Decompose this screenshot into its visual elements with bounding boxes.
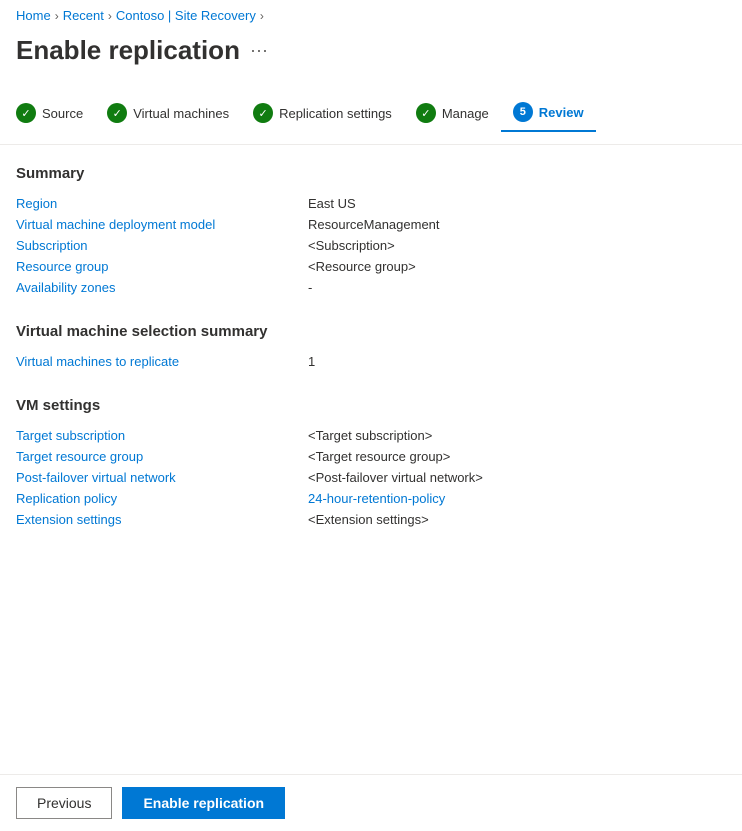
step-vm-label: Virtual machines (133, 106, 229, 121)
step-vm-check-icon: ✓ (107, 103, 127, 123)
vm-replicate-value: 1 (308, 354, 726, 369)
extension-settings-value: <Extension settings> (308, 512, 726, 527)
step-source-label: Source (42, 106, 83, 121)
previous-button[interactable]: Previous (16, 787, 112, 819)
step-source[interactable]: ✓ Source (16, 95, 95, 131)
post-failover-network-label[interactable]: Post-failover virtual network (16, 470, 296, 485)
target-resource-group-value: <Target resource group> (308, 449, 726, 464)
step-rep-label: Replication settings (279, 106, 392, 121)
step-manage[interactable]: ✓ Manage (404, 95, 501, 131)
page-header: Enable replication ··· (0, 31, 742, 82)
breadcrumb-sep-2: › (108, 9, 112, 23)
page-title: Enable replication (16, 35, 240, 66)
replication-policy-value: 24-hour-retention-policy (308, 491, 726, 506)
summary-deployment-value: ResourceManagement (308, 217, 726, 232)
step-manage-label: Manage (442, 106, 489, 121)
summary-title: Summary (16, 165, 726, 182)
vm-selection-table: Virtual machines to replicate 1 (16, 354, 726, 369)
step-replication-settings[interactable]: ✓ Replication settings (241, 95, 404, 131)
summary-region-label[interactable]: Region (16, 196, 296, 211)
step-review-number-icon: 5 (513, 102, 533, 122)
summary-resource-group-value: <Resource group> (308, 259, 726, 274)
enable-replication-button[interactable]: Enable replication (122, 787, 285, 819)
summary-deployment-label[interactable]: Virtual machine deployment model (16, 217, 296, 232)
vm-settings-section: VM settings Target subscription <Target … (16, 397, 726, 527)
wizard-steps: ✓ Source ✓ Virtual machines ✓ Replicatio… (0, 82, 742, 145)
target-resource-group-label[interactable]: Target resource group (16, 449, 296, 464)
step-rep-check-icon: ✓ (253, 103, 273, 123)
extension-settings-label[interactable]: Extension settings (16, 512, 296, 527)
summary-availability-label[interactable]: Availability zones (16, 280, 296, 295)
more-options-icon[interactable]: ··· (250, 40, 268, 61)
post-failover-network-value: <Post-failover virtual network> (308, 470, 726, 485)
vm-selection-title: Virtual machine selection summary (16, 323, 726, 340)
breadcrumb-home[interactable]: Home (16, 8, 51, 23)
content-area: Summary Region East US Virtual machine d… (0, 145, 742, 575)
step-manage-check-icon: ✓ (416, 103, 436, 123)
target-subscription-value: <Target subscription> (308, 428, 726, 443)
summary-resource-group-label[interactable]: Resource group (16, 259, 296, 274)
step-virtual-machines[interactable]: ✓ Virtual machines (95, 95, 241, 131)
breadcrumb-contoso[interactable]: Contoso | Site Recovery (116, 8, 256, 23)
summary-subscription-label[interactable]: Subscription (16, 238, 296, 253)
footer: Previous Enable replication (0, 774, 742, 831)
summary-availability-value: - (308, 280, 726, 295)
step-review-label: Review (539, 105, 584, 120)
replication-policy-label[interactable]: Replication policy (16, 491, 296, 506)
summary-table: Region East US Virtual machine deploymen… (16, 196, 726, 295)
breadcrumb-recent[interactable]: Recent (63, 8, 104, 23)
summary-region-value: East US (308, 196, 726, 211)
target-subscription-label[interactable]: Target subscription (16, 428, 296, 443)
step-source-check-icon: ✓ (16, 103, 36, 123)
summary-subscription-value: <Subscription> (308, 238, 726, 253)
breadcrumb-sep-3: › (260, 9, 264, 23)
step-review[interactable]: 5 Review (501, 94, 596, 132)
vm-replicate-label[interactable]: Virtual machines to replicate (16, 354, 296, 369)
breadcrumb: Home › Recent › Contoso | Site Recovery … (0, 0, 742, 31)
breadcrumb-sep-1: › (55, 9, 59, 23)
vm-selection-section: Virtual machine selection summary Virtua… (16, 323, 726, 369)
vm-settings-table: Target subscription <Target subscription… (16, 428, 726, 527)
summary-section: Summary Region East US Virtual machine d… (16, 165, 726, 295)
vm-settings-title: VM settings (16, 397, 726, 414)
